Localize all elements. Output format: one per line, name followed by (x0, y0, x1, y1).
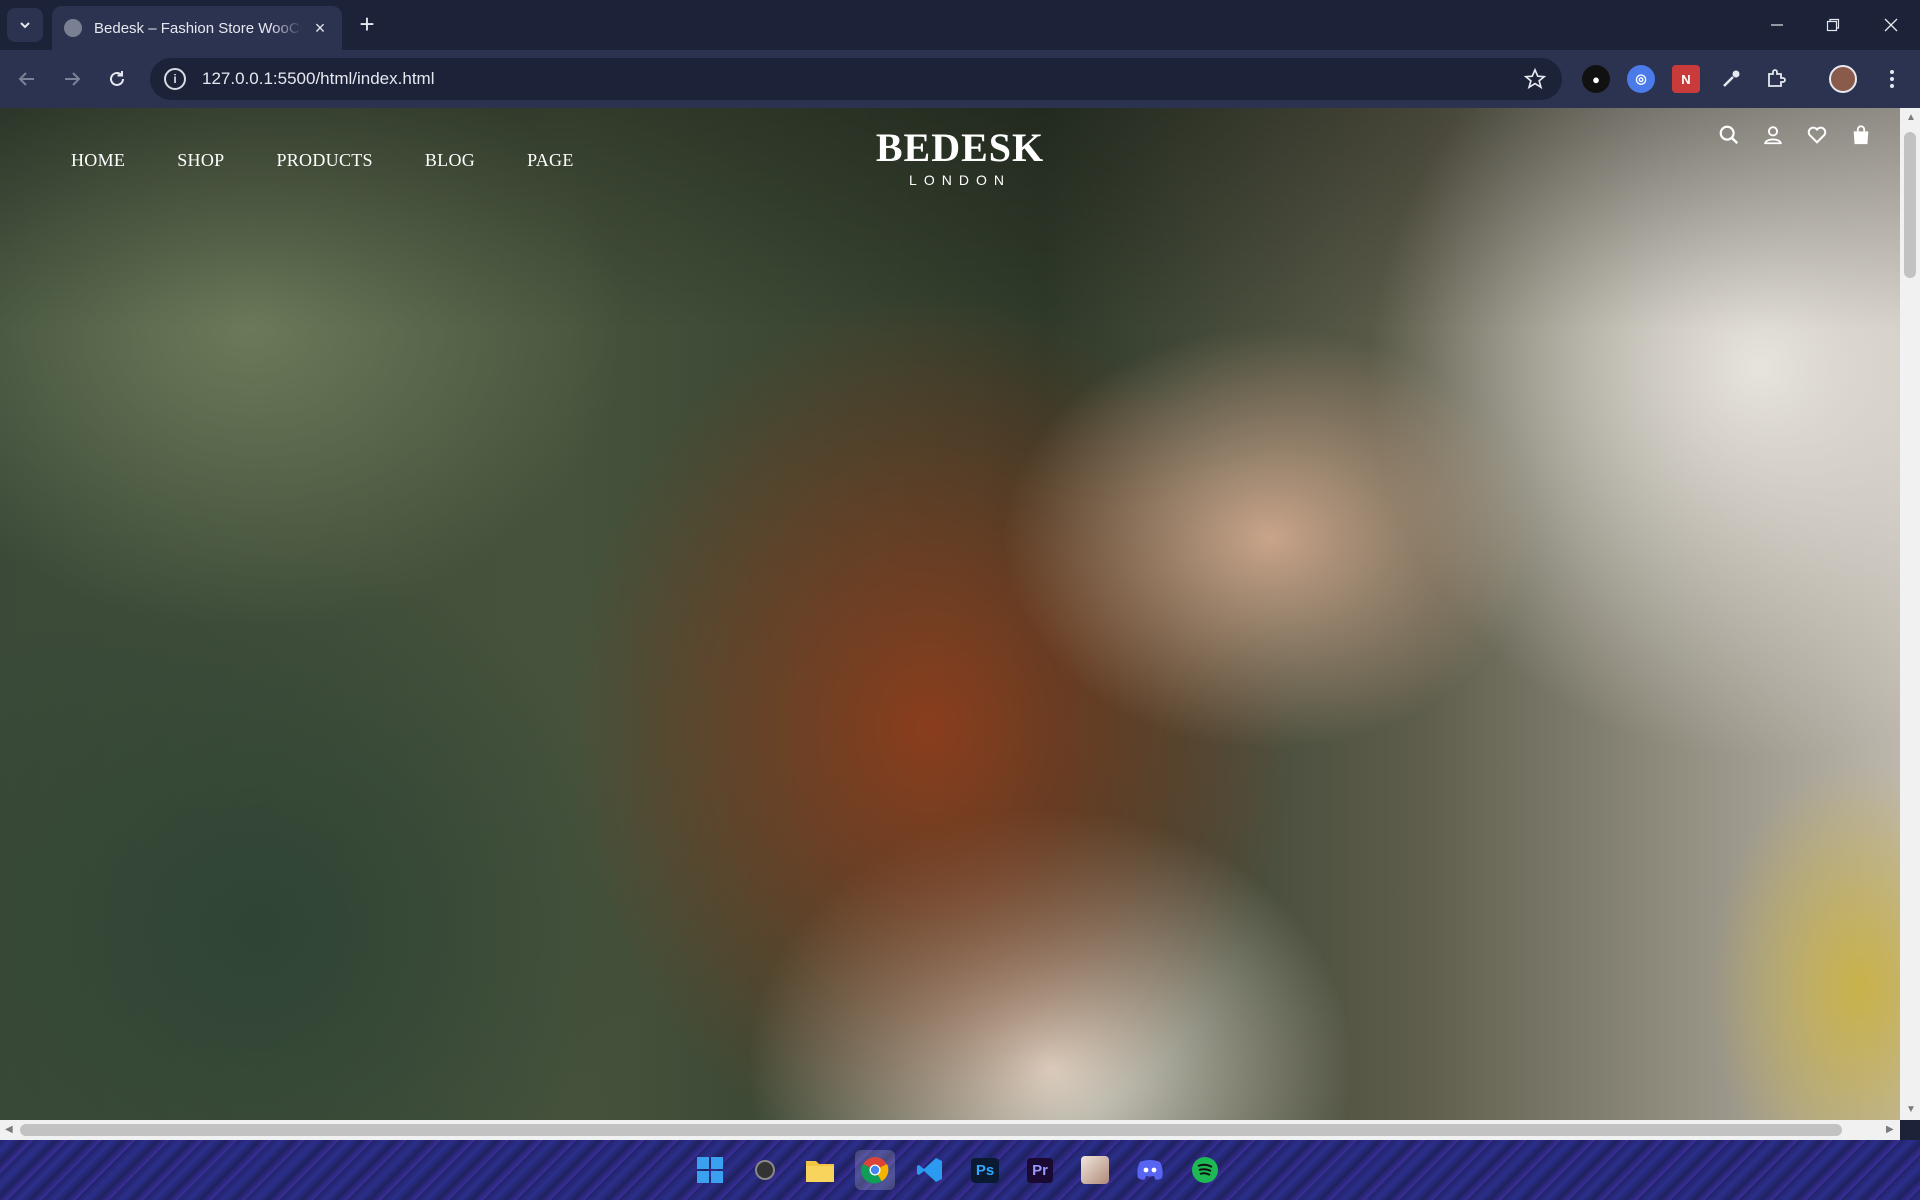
discord-logo-icon (1137, 1160, 1163, 1180)
extensions-puzzle-icon (1768, 69, 1786, 87)
premiere-label: Pr (1027, 1157, 1053, 1183)
windows-taskbar: Ps Pr (0, 1140, 1920, 1200)
bookmark-star-icon[interactable] (1524, 68, 1546, 90)
windows-start-icon[interactable] (690, 1150, 730, 1190)
search-icon[interactable] (1718, 124, 1740, 146)
eyedropper-icon[interactable] (1717, 65, 1745, 93)
horizontal-scrollbar[interactable]: ◀ ▶ (0, 1120, 1900, 1140)
eyedropper-svg-icon (1723, 70, 1740, 87)
globe-icon (64, 19, 82, 37)
user-icon[interactable] (1762, 124, 1784, 146)
vertical-scroll-thumb[interactable] (1904, 132, 1916, 278)
file-explorer-icon[interactable] (800, 1150, 840, 1190)
browser-tabstrip: Bedesk – Fashion Store WooCommerce × + (0, 0, 1920, 50)
menu-kebab-icon[interactable] (1878, 65, 1906, 93)
arrow-left-icon (18, 72, 34, 86)
nav-blog[interactable]: BLOG (425, 150, 475, 171)
puzzle-icon[interactable] (1762, 65, 1790, 93)
brand-name: BEDESK (875, 125, 1045, 170)
extension-2-icon[interactable]: ◎ (1627, 65, 1655, 93)
tab-close-button[interactable]: × (310, 18, 330, 39)
main-nav: HOME SHOP PRODUCTS BLOG PAGE (71, 150, 574, 171)
chevron-down-icon (20, 22, 30, 29)
bag-icon[interactable] (1850, 124, 1872, 146)
app-8-thumbnail (1081, 1156, 1109, 1184)
nav-home[interactable]: HOME (71, 150, 125, 171)
windows-logo-icon (697, 1157, 723, 1183)
nav-products[interactable]: PRODUCTS (276, 150, 372, 171)
heart-icon[interactable] (1806, 124, 1828, 146)
scroll-up-icon[interactable]: ▲ (1906, 112, 1916, 123)
photoshop-icon[interactable]: Ps (965, 1150, 1005, 1190)
restore-icon (1826, 18, 1840, 32)
tab-title: Bedesk – Fashion Store WooCommerce (94, 19, 302, 37)
site-logo[interactable]: BEDESK LONDON (860, 125, 1060, 189)
more-vert-icon (1890, 70, 1894, 88)
brand-subtitle: LONDON (909, 172, 1011, 188)
header-icons (1718, 124, 1872, 146)
page-viewport: HOME SHOP PRODUCTS BLOG PAGE BEDESK LOND… (0, 108, 1900, 1120)
minimize-button[interactable] (1754, 8, 1800, 42)
close-icon (1884, 18, 1898, 32)
reload-button[interactable] (100, 62, 134, 96)
hero-overlay (0, 108, 1900, 1120)
extension-3-icon[interactable]: N (1672, 65, 1700, 93)
profile-avatar[interactable] (1829, 65, 1857, 93)
restore-button[interactable] (1810, 8, 1856, 42)
folder-icon (806, 1161, 834, 1182)
forward-button[interactable] (55, 62, 89, 96)
site-info-icon[interactable]: i (164, 68, 186, 90)
spotify-icon[interactable] (1185, 1150, 1225, 1190)
search-circle-icon (755, 1160, 775, 1180)
search-taskbar-icon[interactable] (745, 1150, 785, 1190)
vscode-icon[interactable] (910, 1150, 950, 1190)
tab-search-button[interactable] (7, 8, 43, 42)
new-tab-button[interactable]: + (352, 10, 382, 40)
minimize-icon (1771, 24, 1783, 26)
nav-shop[interactable]: SHOP (177, 150, 224, 171)
scroll-down-icon[interactable]: ▼ (1906, 1104, 1916, 1115)
nav-page[interactable]: PAGE (527, 150, 574, 171)
chrome-logo-icon (861, 1157, 889, 1184)
url-text[interactable]: 127.0.0.1:5500/html/index.html (202, 69, 1524, 89)
photoshop-label: Ps (970, 1157, 1000, 1183)
arrow-right-icon (65, 72, 81, 86)
horizontal-scroll-thumb[interactable] (20, 1124, 1842, 1136)
vscode-logo-icon (917, 1158, 942, 1182)
browser-toolbar: i 127.0.0.1:5500/html/index.html ● ◎ N (0, 50, 1920, 108)
discord-icon[interactable] (1130, 1150, 1170, 1190)
extension-1-icon[interactable]: ● (1582, 65, 1610, 93)
back-button[interactable] (10, 62, 44, 96)
chrome-icon[interactable] (855, 1150, 895, 1190)
vertical-scrollbar[interactable]: ▲ ▼ (1900, 108, 1920, 1120)
spotify-logo-icon (1192, 1157, 1218, 1183)
browser-tab[interactable]: Bedesk – Fashion Store WooCommerce × (52, 6, 342, 50)
address-bar[interactable]: i 127.0.0.1:5500/html/index.html (150, 58, 1562, 100)
close-window-button[interactable] (1868, 8, 1914, 42)
premiere-icon[interactable]: Pr (1020, 1150, 1060, 1190)
app-8-icon[interactable] (1075, 1150, 1115, 1190)
scroll-left-icon[interactable]: ◀ (5, 1124, 13, 1135)
reload-icon (110, 71, 124, 86)
scroll-right-icon[interactable]: ▶ (1886, 1124, 1894, 1135)
